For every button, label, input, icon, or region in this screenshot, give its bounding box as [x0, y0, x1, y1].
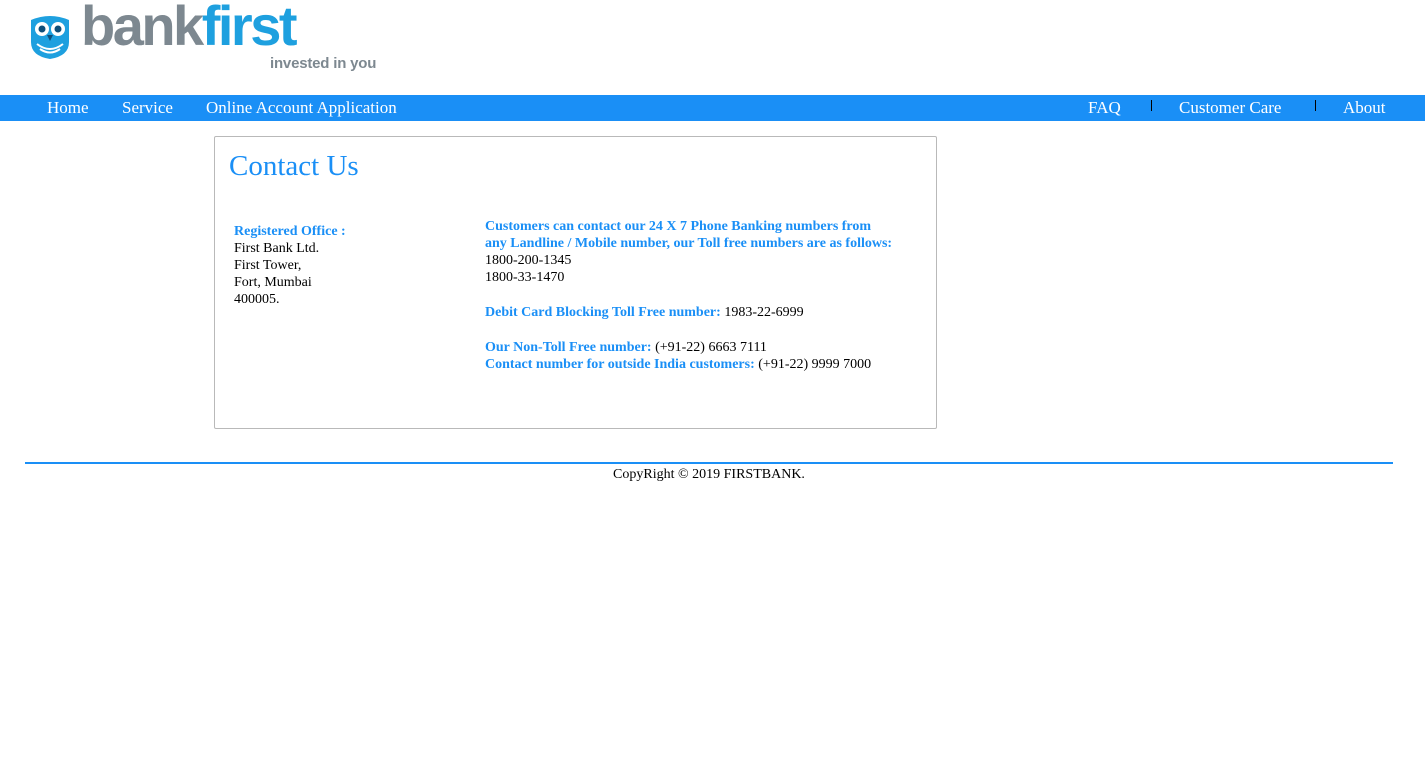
nav-customer-care-link[interactable]: Customer Care	[1179, 98, 1281, 118]
office-address-line: 400005.	[234, 292, 280, 307]
copyright-text: CopyRight © 2019 FIRSTBANK.	[613, 467, 805, 482]
nav-service-link[interactable]: Service	[122, 98, 173, 118]
non-toll-free-label: Our Non-Toll Free number:	[485, 340, 652, 355]
office-address-line: First Tower,	[234, 258, 302, 273]
registered-office-block: Registered Office : First Bank Ltd. Firs…	[234, 223, 346, 308]
non-toll-free-number: (+91-22) 6663 7111	[655, 340, 767, 355]
toll-free-number: 1800-200-1345	[485, 253, 572, 268]
nav-online-account-application-link[interactable]: Online Account Application	[206, 98, 397, 118]
debit-card-blocking-label: Debit Card Blocking Toll Free number:	[485, 305, 721, 320]
toll-free-number: 1800-33-1470	[485, 270, 565, 285]
contact-card: Contact Us Registered Office : First Ban…	[214, 136, 937, 429]
nav-separator	[1315, 100, 1316, 111]
brand-word-first: first	[201, 0, 298, 57]
outside-india-label: Contact number for outside India custome…	[485, 357, 755, 372]
phone-banking-block: Customers can contact our 24 X 7 Phone B…	[485, 218, 895, 373]
nav-about-link[interactable]: About	[1343, 98, 1386, 118]
office-address-line: Fort, Mumbai	[234, 275, 312, 290]
page-title: Contact Us	[229, 150, 359, 182]
debit-card-blocking-row: Debit Card Blocking Toll Free number: 19…	[485, 304, 895, 321]
office-address-line: First Bank Ltd.	[234, 241, 320, 256]
owl-logo-icon	[31, 16, 69, 59]
nav-separator	[1151, 100, 1152, 111]
registered-office-heading: Registered Office :	[234, 224, 346, 239]
brand-word-bank: bank	[81, 0, 204, 57]
brand-wordmark: bankfirst	[81, 0, 298, 57]
nav-home-link[interactable]: Home	[47, 98, 89, 118]
footer-divider	[25, 462, 1393, 464]
non-toll-free-row: Our Non-Toll Free number: (+91-22) 6663 …	[485, 339, 895, 356]
debit-card-blocking-number: 1983-22-6999	[724, 305, 804, 320]
phone-banking-intro: Customers can contact our 24 X 7 Phone B…	[485, 219, 893, 251]
brand-tagline: invested in you	[270, 55, 377, 72]
brand-logo[interactable]: bankfirst invested in you	[27, 0, 422, 74]
main-nav: Home Service Online Account Application …	[0, 95, 1425, 121]
outside-india-number: (+91-22) 9999 7000	[758, 357, 872, 372]
outside-india-row: Contact number for outside India custome…	[485, 356, 895, 373]
nav-faq-link[interactable]: FAQ	[1088, 98, 1121, 118]
